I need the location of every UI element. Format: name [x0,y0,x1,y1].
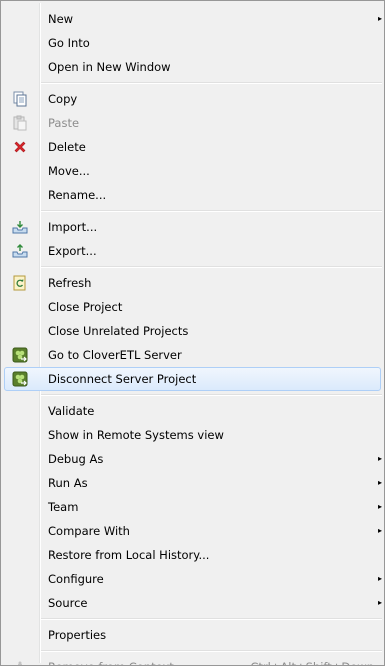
menu-item-label: Copy [48,92,78,106]
submenu-arrow-icon: ▸ [377,14,382,23]
menu-item-compare-with[interactable]: Compare With ▸ [1,519,384,543]
menu-item-label: Remove from Context [48,655,174,665]
submenu-arrow-icon: ▸ [377,598,382,607]
menu-item-label: Paste [48,116,80,130]
menu-items: New ▸ Go Into Open in New Window Copy Pa… [1,7,384,665]
menu-item-label: Go Into [48,36,90,50]
menu-item-go-to-clovertl-server[interactable]: Go to CloverETL Server [1,343,384,367]
refresh-icon [13,275,26,291]
menu-item-go-into[interactable]: Go Into [1,31,384,55]
menu-item-label: Export... [48,244,97,258]
menu-item-open-in-new-window[interactable]: Open in New Window [1,55,384,79]
submenu-arrow-icon: ▸ [377,502,382,511]
menu-item-source[interactable]: Source ▸ [1,591,384,615]
menu-item-new[interactable]: New ▸ [1,7,384,31]
delete-icon [14,141,26,153]
menu-item-refresh[interactable]: Refresh [1,271,384,295]
menu-separator [1,615,384,623]
menu-item-label: Rename... [48,188,107,202]
submenu-arrow-icon: ▸ [377,454,382,463]
menu-item-label: Import... [48,220,98,234]
menu-separator [1,263,384,271]
menu-item-label: Delete [48,140,86,154]
export-icon [12,244,28,258]
import-icon [12,221,28,234]
menu-item-shortcut: Ctrl+Alt+Shift+Down [250,655,374,665]
menu-item-label: Open in New Window [48,60,171,74]
menu-item-label: Move... [48,164,90,178]
menu-item-export[interactable]: Export... [1,239,384,263]
menu-item-label: Run As [48,476,88,490]
menu-item-label: Debug As [48,452,104,466]
menu-item-validate[interactable]: Validate [1,399,384,423]
menu-item-label: Configure [48,572,104,586]
menu-separator [1,207,384,215]
menu-separator [1,391,384,399]
menu-item-disconnect-server-project[interactable]: Disconnect Server Project [1,367,384,391]
remove-context-icon [18,661,22,665]
menu-item-label: Show in Remote Systems view [48,428,224,442]
menu-separator [1,647,384,655]
menu-item-label: Restore from Local History... [48,548,210,562]
menu-item-team[interactable]: Team ▸ [1,495,384,519]
menu-item-label: Source [48,596,88,610]
menu-item-label: Disconnect Server Project [48,372,197,386]
clover-server-icon [12,371,28,387]
menu-item-label: New [48,12,74,26]
clover-server-icon [12,347,28,363]
context-menu: New ▸ Go Into Open in New Window Copy Pa… [0,0,385,666]
menu-item-label: Go to CloverETL Server [48,348,182,362]
menu-item-rename[interactable]: Rename... [1,183,384,207]
paste-icon [13,115,27,131]
menu-item-label: Close Project [48,300,123,314]
menu-item-import[interactable]: Import... [1,215,384,239]
menu-item-close-project[interactable]: Close Project [1,295,384,319]
menu-item-remove-from-context[interactable]: Remove from Context Ctrl+Alt+Shift+Down [1,655,384,665]
menu-separator [1,79,384,87]
menu-item-properties[interactable]: Properties [1,623,384,647]
menu-item-configure[interactable]: Configure ▸ [1,567,384,591]
menu-item-paste[interactable]: Paste [1,111,384,135]
menu-item-show-in-remote-systems-view[interactable]: Show in Remote Systems view [1,423,384,447]
menu-item-run-as[interactable]: Run As ▸ [1,471,384,495]
menu-item-label: Validate [48,404,95,418]
menu-item-label: Properties [48,628,107,642]
menu-item-label: Team [48,500,79,514]
menu-item-label: Compare With [48,524,130,538]
menu-item-delete[interactable]: Delete [1,135,384,159]
submenu-arrow-icon: ▸ [377,574,382,583]
menu-item-debug-as[interactable]: Debug As ▸ [1,447,384,471]
menu-item-move[interactable]: Move... [1,159,384,183]
submenu-arrow-icon: ▸ [377,526,382,535]
menu-item-close-unrelated-projects[interactable]: Close Unrelated Projects [1,319,384,343]
menu-item-label: Refresh [48,276,92,290]
submenu-arrow-icon: ▸ [377,478,382,487]
menu-item-restore-from-local-history[interactable]: Restore from Local History... [1,543,384,567]
copy-icon [13,91,27,107]
menu-item-label: Close Unrelated Projects [48,324,189,338]
menu-item-copy[interactable]: Copy [1,87,384,111]
